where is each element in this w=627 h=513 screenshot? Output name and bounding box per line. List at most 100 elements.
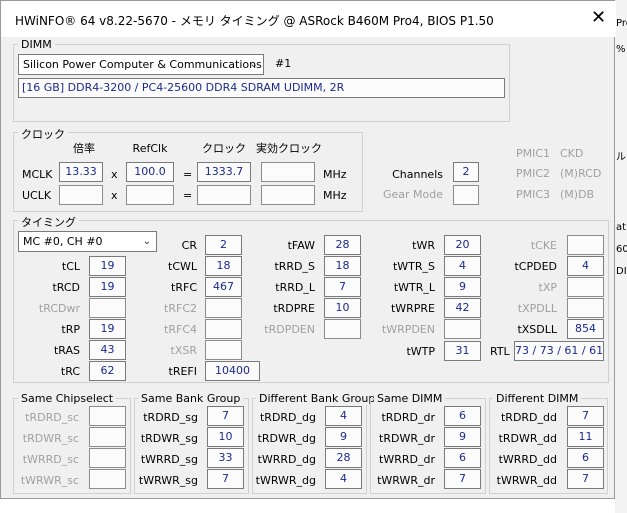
label-tRFC2: tRFC2: [164, 302, 197, 315]
value-tFAW: 28: [324, 235, 361, 255]
dimm-description: [16 GB] DDR4-3200 / PC4-25600 DDR4 SDRAM…: [18, 78, 505, 98]
label-tCL: tCL: [61, 260, 80, 273]
value-tWRRD_dr: 6: [444, 448, 481, 468]
manufacturer-value: Silicon Power Computer & Communications: [23, 58, 262, 71]
value-tRDRD_dr: 6: [444, 406, 481, 426]
same-bank-group-label: Same Bank Group: [138, 392, 244, 405]
col-ratio: 倍率: [73, 142, 95, 155]
x-sign: x: [111, 168, 118, 181]
label-tRC: tRC: [60, 365, 80, 378]
pmic1-value: CKD: [560, 147, 584, 160]
gearmode-label: Gear Mode: [382, 188, 443, 201]
label-tWRWR_sc: tWRWR_sc: [20, 474, 79, 487]
mclk-ratio: 13.33: [59, 162, 103, 182]
label-tWR: tWR: [412, 239, 435, 252]
value-tRDWR_dd: 11: [567, 427, 604, 447]
label-tRDRD_dr: tRDRD_dr: [381, 411, 435, 424]
value-tRFC4: [205, 319, 242, 339]
value-tWTR_S: 4: [444, 256, 481, 276]
label-tRDWR_dd: tRDWR_dd: [498, 432, 557, 445]
clock-group-label: クロック: [18, 126, 68, 142]
label-tWTR_S: tWTR_S: [392, 260, 435, 273]
label-tWRWR_sg: tWRWR_sg: [138, 474, 198, 487]
diff-dimm-label: Different DIMM: [493, 392, 582, 405]
label-tRFC: tRFC: [171, 281, 197, 294]
uclk-clock: [197, 185, 251, 205]
mclk-clock: 1333.7: [197, 162, 251, 182]
channel-select[interactable]: MC #0, CH #0 ⌄: [18, 231, 157, 252]
chevron-down-icon: ⌄: [249, 59, 258, 70]
label-tREFI: tREFI: [168, 365, 197, 378]
value-tRDRD_sc: [89, 406, 126, 426]
mclk-unit: MHz: [323, 168, 347, 181]
value-tWRPRE: 42: [444, 298, 481, 318]
label-tRDRD_sc: tRDRD_sc: [25, 411, 79, 424]
background-text: %: [616, 44, 626, 55]
label-tWTR_L: tWTR_L: [393, 281, 435, 294]
label-tWRRD_dg: tWRRD_dg: [257, 453, 316, 466]
background-text: 60: [616, 244, 627, 255]
label-tRRD_L: tRRD_L: [275, 281, 315, 294]
value-tWRWR_sc: [89, 469, 126, 489]
eq-sign: =: [183, 189, 193, 202]
background-window: Pro % ル at 60 DI: [615, 0, 627, 513]
pmic3-value: (M)DB: [560, 188, 595, 201]
value-tXSR: [205, 340, 242, 360]
label-tWRPDEN: tWRPDEN: [381, 323, 435, 336]
col-effective: 実効クロック: [256, 142, 322, 155]
value-tCL: 19: [89, 256, 126, 276]
title-bar: HWiNFO® 64 v8.22-5670 - メモリ タイミング @ ASRo…: [1, 1, 616, 37]
value-tRCDwr: [89, 298, 126, 318]
label-tRDPDEN: tRDPDEN: [264, 323, 315, 336]
value-tRDWR_sc: [89, 427, 126, 447]
window-title: HWiNFO® 64 v8.22-5670 - メモリ タイミング @ ASRo…: [15, 14, 494, 28]
value-tWR: 20: [444, 235, 481, 255]
memory-timings-window: HWiNFO® 64 v8.22-5670 - メモリ タイミング @ ASRo…: [0, 0, 616, 499]
channels-label: Channels: [392, 168, 443, 181]
label-tRP: tRP: [61, 323, 80, 336]
pmic3-label: PMIC3: [516, 188, 551, 201]
uclk-refclk: [126, 185, 174, 205]
label-tXSDLL: tXSDLL: [517, 323, 557, 336]
label-tWRRD_dr: tWRRD_dr: [379, 453, 435, 466]
diff-bank-group-label: Different Bank Group: [256, 392, 379, 405]
channels-value: 2: [453, 162, 479, 182]
value-tCPDED: 4: [567, 256, 604, 276]
mclk-effective: [261, 162, 315, 182]
eq-sign: =: [183, 168, 193, 181]
label-tRDWR_dr: tRDWR_dr: [379, 432, 435, 445]
value-CR: 2: [205, 235, 242, 255]
value-tRAS: 43: [89, 340, 126, 360]
channel-select-value: MC #0, CH #0: [23, 235, 103, 248]
value-tRDWR_dr: 9: [444, 427, 481, 447]
value-tWRPDEN: [444, 319, 481, 339]
value-tRDPDEN: [324, 319, 361, 339]
label-tCWL: tCWL: [168, 260, 197, 273]
label-CR: CR: [181, 239, 197, 252]
close-icon[interactable]: ✕: [591, 8, 606, 28]
background-text: at: [616, 222, 627, 233]
label-tRDPRE: tRDPRE: [273, 302, 315, 315]
x-sign: x: [111, 189, 118, 202]
label-RTL: RTL: [490, 345, 510, 358]
value-tWRWR_dr: 7: [444, 469, 481, 489]
background-text: DI: [616, 266, 627, 277]
value-tWRRD_dd: 6: [567, 448, 604, 468]
mclk-label: MCLK: [22, 168, 53, 181]
mclk-refclk: 100.0: [126, 162, 174, 182]
value-tWRRD_sc: [89, 448, 126, 468]
label-tWRRD_sg: tWRRD_sg: [140, 453, 198, 466]
label-tRDRD_sg: tRDRD_sg: [143, 411, 198, 424]
label-tWTP: tWTP: [406, 345, 435, 358]
uclk-effective: [261, 185, 315, 205]
uclk-unit: MHz: [323, 189, 347, 202]
dimm-group-label: DIMM: [18, 38, 55, 51]
value-tRFC: 467: [205, 277, 242, 297]
label-tRAS: tRAS: [53, 344, 80, 357]
manufacturer-select[interactable]: Silicon Power Computer & Communications …: [18, 54, 264, 75]
label-tWRWR_dr: tWRWR_dr: [377, 474, 435, 487]
label-tWRRD_sc: tWRRD_sc: [22, 453, 79, 466]
value-tWTP: 31: [444, 341, 481, 361]
value-tRRD_S: 18: [324, 256, 361, 276]
value-tRRD_L: 7: [324, 277, 361, 297]
